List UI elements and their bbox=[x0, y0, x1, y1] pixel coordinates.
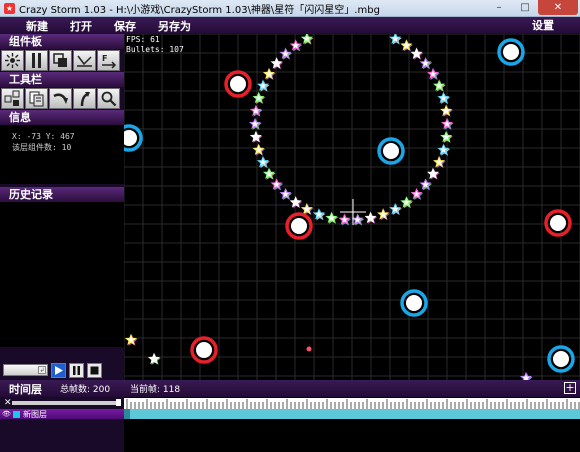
pause-button[interactable] bbox=[69, 362, 84, 378]
laser-tool[interactable] bbox=[25, 50, 48, 71]
add-layer-button[interactable]: + bbox=[564, 382, 576, 394]
timeline-panel: ✕ 👁 新图层 bbox=[0, 397, 580, 452]
cursor-coords: X: -73 Y: 467 bbox=[12, 132, 75, 141]
eye-icon[interactable]: 👁 bbox=[2, 410, 11, 418]
copy-tool[interactable] bbox=[25, 88, 48, 109]
info-header: 信息 bbox=[0, 110, 124, 125]
layer-color-swatch bbox=[13, 410, 20, 418]
rebound-tool[interactable] bbox=[73, 50, 96, 71]
burst-icon bbox=[5, 53, 20, 68]
force-tool[interactable]: F bbox=[97, 50, 120, 71]
mask-tool[interactable] bbox=[49, 50, 72, 71]
info-panel: X: -73 Y: 467 该层组件数: 10 bbox=[0, 125, 124, 184]
layer-track[interactable] bbox=[124, 409, 580, 419]
fps-readout: FPS: 61 bbox=[126, 35, 160, 44]
redo-tool[interactable] bbox=[73, 88, 96, 109]
ring-bullet-core bbox=[230, 76, 246, 92]
layer-scroll-handle[interactable] bbox=[116, 399, 121, 406]
svg-text:F: F bbox=[102, 54, 107, 63]
layer-name: 新图层 bbox=[23, 409, 47, 419]
grid-select-icon bbox=[4, 90, 20, 106]
components-toolbar: F bbox=[0, 49, 124, 72]
copy-icon bbox=[29, 91, 44, 107]
pause-icon bbox=[73, 365, 80, 375]
close-button[interactable]: ✕ bbox=[538, 0, 578, 15]
force-icon: F bbox=[102, 54, 117, 69]
bullet-count: Bullets: 107 bbox=[126, 45, 184, 54]
tools-toolbar bbox=[0, 87, 124, 110]
playback-controls: ↲ bbox=[0, 360, 124, 380]
stage-stats: FPS: 61 Bullets: 107 bbox=[126, 35, 184, 55]
speed-slider[interactable]: ↲ bbox=[3, 364, 48, 376]
total-frames: 总帧数: 200 bbox=[60, 385, 111, 395]
undo-tool[interactable] bbox=[49, 88, 72, 109]
title-bar: ★ Crazy Storm 1.03 - H:\小游戏\CrazyStorm 1… bbox=[0, 0, 580, 17]
ring-bullet-core bbox=[503, 44, 519, 60]
slider-knob[interactable]: ↲ bbox=[38, 366, 46, 374]
menu-new[interactable]: 新建 bbox=[0, 18, 59, 34]
menu-open[interactable]: 打开 bbox=[59, 18, 103, 34]
play-icon bbox=[55, 365, 63, 375]
layer-scroll[interactable] bbox=[12, 401, 118, 405]
bullet-canvas[interactable] bbox=[124, 34, 580, 380]
magnifier-icon bbox=[101, 91, 117, 107]
menu-settings[interactable]: 设置 bbox=[532, 17, 554, 34]
timeline-header: 时间层 总帧数: 200 当前帧: 118 + bbox=[0, 380, 580, 397]
stop-button[interactable] bbox=[87, 362, 102, 378]
window-controls: – □ ✕ bbox=[486, 0, 578, 15]
layers-icon bbox=[53, 53, 67, 67]
ring-bullet-core bbox=[553, 351, 569, 367]
layer-list: ✕ 👁 新图层 bbox=[0, 397, 124, 452]
toolbar-header: 工具栏 bbox=[0, 72, 124, 87]
minimize-button[interactable]: – bbox=[486, 0, 512, 15]
layer-row[interactable]: 👁 新图层 bbox=[0, 409, 124, 419]
rebound-icon bbox=[77, 55, 92, 67]
history-list[interactable] bbox=[0, 202, 124, 347]
app-icon: ★ bbox=[4, 2, 15, 14]
preview-stage[interactable]: FPS: 61 Bullets: 107 bbox=[124, 34, 580, 380]
maximize-button[interactable]: □ bbox=[512, 0, 538, 15]
emitter-tool[interactable] bbox=[1, 50, 24, 71]
left-panel: 组件板 F 工具栏 信息 X: -73 Y: 467 该层组件数: 10 历史记… bbox=[0, 34, 124, 380]
menu-save-as[interactable]: 另存为 bbox=[147, 18, 202, 34]
ring-bullet-core bbox=[550, 215, 566, 231]
redo-arrow-icon bbox=[80, 92, 90, 107]
ring-bullet-core bbox=[291, 218, 307, 234]
small-bullet bbox=[306, 346, 312, 352]
play-button[interactable] bbox=[51, 362, 66, 378]
ring-bullet-core bbox=[406, 295, 422, 311]
stop-icon bbox=[90, 366, 99, 374]
layer-track-start[interactable] bbox=[124, 409, 130, 419]
history-header: 历史记录 bbox=[0, 187, 124, 202]
ring-bullet-core bbox=[196, 342, 212, 358]
layer-component-count: 该层组件数: 10 bbox=[12, 143, 72, 152]
close-layer-icon[interactable]: ✕ bbox=[4, 398, 12, 408]
window-title: Crazy Storm 1.03 - H:\小游戏\CrazyStorm 1.0… bbox=[19, 4, 380, 16]
current-frame: 当前帧: 118 bbox=[130, 385, 181, 395]
ring-bullet-core bbox=[383, 143, 399, 159]
frame-ruler[interactable] bbox=[124, 398, 580, 409]
laser-icon bbox=[32, 53, 41, 68]
undo-arrow-icon bbox=[53, 93, 68, 104]
app-window: ★ Crazy Storm 1.03 - H:\小游戏\CrazyStorm 1… bbox=[0, 0, 580, 452]
ring-bullet-core bbox=[124, 130, 137, 146]
menu-save[interactable]: 保存 bbox=[103, 18, 147, 34]
zoom-tool[interactable] bbox=[97, 88, 120, 109]
timeline-title: 时间层 bbox=[9, 382, 42, 396]
menu-bar: 新建 打开 保存 另存为 设置 bbox=[0, 17, 580, 34]
components-header: 组件板 bbox=[0, 34, 124, 49]
select-tool[interactable] bbox=[1, 88, 24, 109]
